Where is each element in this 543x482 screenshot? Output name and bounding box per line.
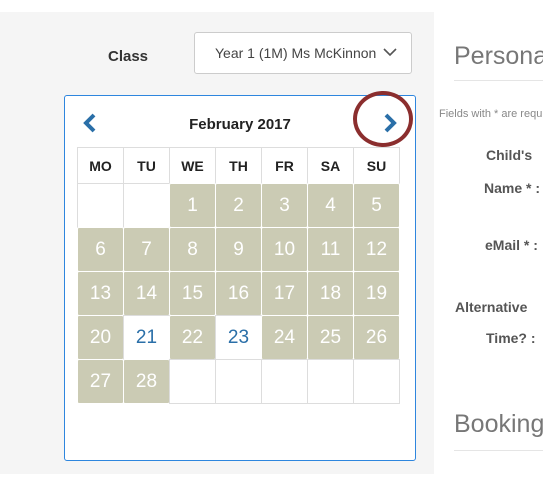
calendar-day: 10: [261, 227, 308, 272]
top-strip: [0, 0, 434, 12]
weekday-header: SU: [353, 147, 400, 184]
calendar-day: 28: [123, 359, 170, 404]
class-label: Class: [108, 48, 149, 65]
alternative-time-label-line1: Alternative: [455, 299, 528, 315]
section-divider: [454, 450, 543, 451]
calendar-day: 16: [215, 271, 262, 316]
calendar-day: 15: [169, 271, 216, 316]
weekday-header: TH: [215, 147, 262, 184]
calendar-day: 2: [215, 183, 262, 228]
personal-details-panel: Personal Fields with * are required Chil…: [434, 0, 543, 482]
calendar-day: 26: [353, 315, 400, 360]
calendar-day: 19: [353, 271, 400, 316]
weekday-header: WE: [169, 147, 216, 184]
calendar-day: 14: [123, 271, 170, 316]
calendar-day: 25: [307, 315, 354, 360]
month-title: February 2017: [189, 116, 291, 133]
class-select-value: Year 1 (1M) Ms McKinnon: [215, 45, 377, 61]
childs-name-label-line2: Name * :: [484, 180, 541, 196]
email-label: eMail * :: [485, 237, 538, 253]
calendar-day: 8: [169, 227, 216, 272]
class-select[interactable]: Year 1 (1M) Ms McKinnon: [194, 32, 412, 74]
calendar-empty-cell: [77, 183, 124, 228]
calendar-day: 11: [307, 227, 354, 272]
calendar-grid: MO TU WE TH FR SA SU 1 2 3 4 5 6 7 8 9 10 11 12 13 14 15 16 17 1…: [77, 147, 400, 404]
section-divider: [454, 80, 543, 81]
calendar-day: 7: [123, 227, 170, 272]
calendar-day[interactable]: 21: [123, 315, 170, 360]
personal-section-title: Personal: [454, 42, 543, 70]
weekday-header: MO: [77, 147, 124, 184]
calendar-empty-cell: [169, 359, 216, 404]
calendar-header: February 2017: [65, 91, 415, 147]
date-picker-calendar: February 2017 MO TU WE TH FR SA SU 1 2 3 4 5 6 7 8 9 10 1…: [64, 91, 416, 461]
calendar-day: 24: [261, 315, 308, 360]
calendar-day: 9: [215, 227, 262, 272]
calendar-day: 1: [169, 183, 216, 228]
calendar-empty-cell: [353, 359, 400, 404]
calendar-day: 4: [307, 183, 354, 228]
alternative-time-label-line2: Time? :: [486, 330, 536, 346]
calendar-day: 12: [353, 227, 400, 272]
weekday-header: SA: [307, 147, 354, 184]
calendar-day: 22: [169, 315, 216, 360]
calendar-day: 3: [261, 183, 308, 228]
required-fields-note: Fields with * are required: [439, 108, 543, 120]
calendar-empty-cell: [307, 359, 354, 404]
calendar-empty-cell: [123, 183, 170, 228]
calendar-day: 6: [77, 227, 124, 272]
calendar-day[interactable]: 23: [215, 315, 262, 360]
booking-section-title: Booking: [454, 410, 543, 438]
calendar-day: 20: [77, 315, 124, 360]
next-month-button[interactable]: [379, 112, 401, 134]
childs-name-label-line1: Child's: [486, 147, 533, 163]
weekday-header: FR: [261, 147, 308, 184]
calendar-empty-cell: [215, 359, 262, 404]
bottom-strip: [0, 474, 543, 482]
calendar-day: 5: [353, 183, 400, 228]
weekday-header: TU: [123, 147, 170, 184]
calendar-day: 13: [77, 271, 124, 316]
calendar-day: 17: [261, 271, 308, 316]
chevron-down-icon: [383, 48, 397, 57]
calendar-day: 27: [77, 359, 124, 404]
calendar-day: 18: [307, 271, 354, 316]
calendar-empty-cell: [261, 359, 308, 404]
